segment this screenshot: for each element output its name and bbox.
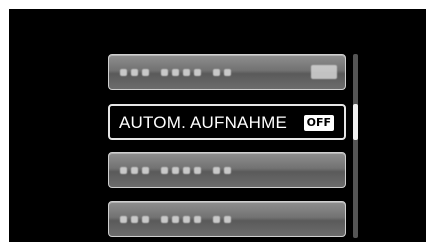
camera-menu-screen: AUTOM. AUFNAHME OFF bbox=[9, 9, 426, 242]
scrollbar[interactable] bbox=[353, 54, 358, 238]
menu-item-blurred[interactable] bbox=[108, 201, 346, 237]
blurred-label bbox=[120, 216, 231, 224]
menu-item-label: AUTOM. AUFNAHME bbox=[119, 113, 287, 132]
menu-item-blurred[interactable] bbox=[108, 54, 346, 90]
blurred-badge-icon bbox=[311, 65, 337, 79]
menu-item-autom-aufnahme[interactable]: AUTOM. AUFNAHME OFF bbox=[108, 104, 346, 140]
scrollbar-thumb[interactable] bbox=[353, 104, 358, 140]
blurred-label bbox=[120, 167, 231, 175]
off-status-badge: OFF bbox=[303, 115, 334, 131]
blurred-label bbox=[120, 69, 231, 77]
menu-item-blurred[interactable] bbox=[108, 152, 346, 188]
